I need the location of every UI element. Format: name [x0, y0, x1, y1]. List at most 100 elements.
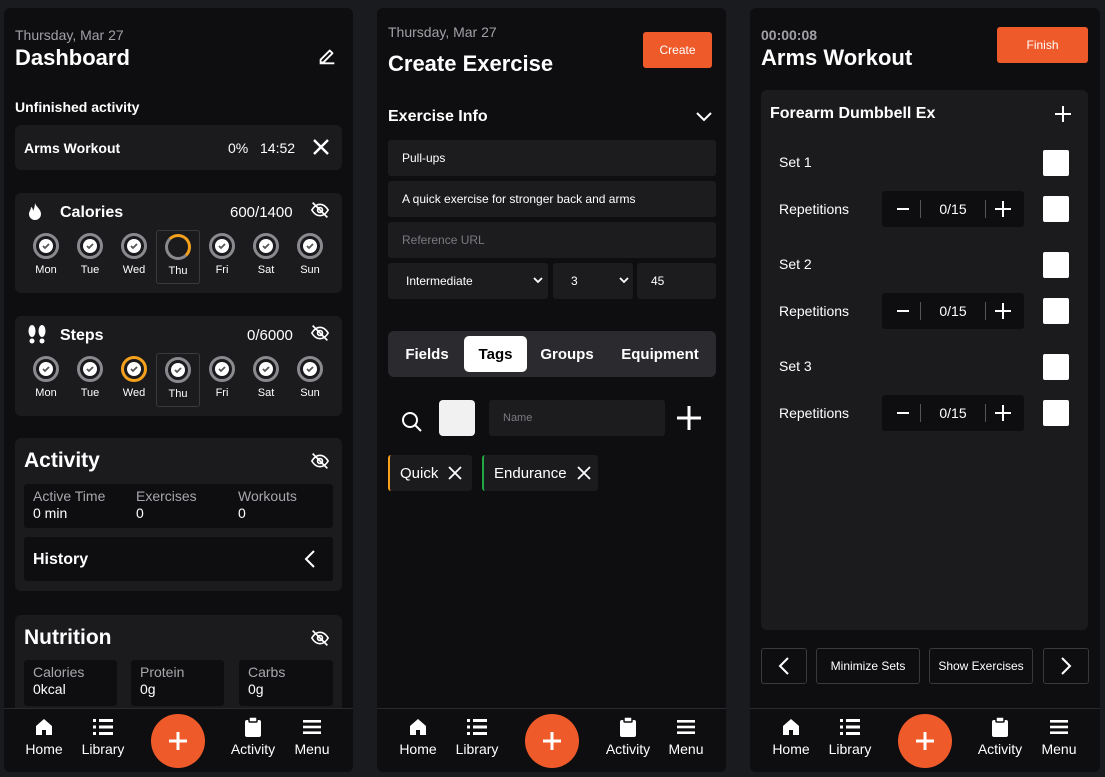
steps-card: Steps 0/6000 Mon Tue Wed Thu Fri Sat Sun: [15, 316, 342, 416]
stat-value: 0: [238, 505, 246, 521]
nav-activity[interactable]: Activity: [598, 717, 658, 757]
reps-checkbox[interactable]: [1043, 298, 1069, 324]
minus-icon[interactable]: [896, 304, 910, 318]
show-exercises-button[interactable]: Show Exercises: [929, 648, 1033, 684]
add-fab-button[interactable]: [151, 714, 205, 768]
nav-library-label: Library: [455, 741, 499, 757]
finish-button[interactable]: Finish: [997, 27, 1088, 63]
difficulty-select[interactable]: Intermediate: [388, 263, 548, 299]
history-row[interactable]: History: [24, 537, 333, 581]
bottom-nav: Home Library Activity Menu: [750, 708, 1100, 772]
unfinished-heading: Unfinished activity: [15, 99, 140, 115]
minimize-sets-button[interactable]: Minimize Sets: [816, 648, 920, 684]
exercise-description-field[interactable]: A quick exercise for stronger back and a…: [388, 181, 716, 217]
tab-tags[interactable]: Tags: [464, 336, 527, 372]
next-exercise-button[interactable]: [1043, 648, 1089, 684]
reps-stepper[interactable]: 0/15: [882, 395, 1024, 431]
day-mon[interactable]: Mon: [24, 353, 68, 407]
tag-color-swatch[interactable]: [439, 400, 475, 436]
section-title: Exercise Info: [388, 108, 488, 125]
day-fri[interactable]: Fri: [200, 230, 244, 284]
set-checkbox[interactable]: [1043, 354, 1069, 380]
nav-menu[interactable]: Menu: [1029, 717, 1089, 757]
day-sun[interactable]: Sun: [288, 230, 332, 284]
create-date: Thursday, Mar 27: [388, 24, 497, 40]
day-wed[interactable]: Wed: [112, 230, 156, 284]
day-thu[interactable]: Thu: [156, 353, 200, 407]
day-fri[interactable]: Fri: [200, 353, 244, 407]
tab-equipment[interactable]: Equipment: [610, 336, 710, 372]
nav-menu-label: Menu: [1041, 741, 1077, 757]
add-set-icon[interactable]: [1054, 105, 1072, 123]
day-mon[interactable]: Mon: [24, 230, 68, 284]
nav-menu[interactable]: Menu: [282, 717, 342, 757]
reps-checkbox[interactable]: [1043, 400, 1069, 426]
nav-home-label: Home: [399, 741, 437, 757]
nav-menu[interactable]: Menu: [656, 717, 716, 757]
nav-library[interactable]: Library: [820, 717, 880, 757]
unfinished-activity-card[interactable]: Arms Workout 0% 14:52: [15, 125, 342, 170]
tag-chip[interactable]: Quick: [388, 455, 472, 491]
eye-off-icon[interactable]: [310, 452, 330, 470]
add-fab-button[interactable]: [898, 714, 952, 768]
remove-tag-icon[interactable]: [576, 466, 591, 480]
reps-value: 0/15: [939, 303, 967, 319]
day-thu[interactable]: Thu: [156, 230, 200, 284]
nutrition-title: Nutrition: [24, 626, 112, 649]
tab-groups[interactable]: Groups: [532, 336, 602, 372]
previous-exercise-button[interactable]: [761, 648, 807, 684]
chevron-down-icon[interactable]: [695, 111, 713, 123]
reps-checkbox[interactable]: [1043, 196, 1069, 222]
minus-icon[interactable]: [896, 202, 910, 216]
steps-label: Steps: [60, 327, 104, 344]
nav-home[interactable]: Home: [388, 717, 448, 757]
exercise-name-field[interactable]: Pull-ups: [388, 140, 716, 176]
minus-icon[interactable]: [896, 406, 910, 420]
tag-name-field[interactable]: Name: [489, 400, 665, 436]
add-tag-icon[interactable]: [676, 405, 702, 431]
add-fab-button[interactable]: [525, 714, 579, 768]
plus-icon[interactable]: [994, 302, 1012, 320]
nav-activity[interactable]: Activity: [970, 717, 1030, 757]
reps-label: Repetitions: [779, 303, 850, 319]
reps-label: Repetitions: [779, 405, 850, 421]
activity-stats: Active Time 0 min Exercises 0 Workouts 0: [24, 484, 333, 528]
nav-activity[interactable]: Activity: [223, 717, 283, 757]
nav-home[interactable]: Home: [761, 717, 821, 757]
tab-fields[interactable]: Fields: [394, 336, 460, 372]
dashboard-screen: Thursday, Mar 27 Dashboard Unfinished ac…: [4, 8, 353, 772]
plus-icon[interactable]: [994, 200, 1012, 218]
bottom-nav: Home Library Activity Menu: [377, 708, 726, 772]
reps-stepper[interactable]: 0/15: [882, 191, 1024, 227]
edit-icon[interactable]: [316, 45, 338, 67]
reps-stepper[interactable]: 0/15: [882, 293, 1024, 329]
duration-field[interactable]: 45: [637, 263, 716, 299]
eye-off-icon[interactable]: [310, 629, 330, 647]
nav-library[interactable]: Library: [73, 717, 133, 757]
sets-select[interactable]: 3: [553, 263, 633, 299]
tag-chip[interactable]: Endurance: [482, 455, 598, 491]
reference-url-field[interactable]: Reference URL: [388, 222, 716, 258]
plus-icon[interactable]: [994, 404, 1012, 422]
nav-home-label: Home: [25, 741, 63, 757]
nav-home[interactable]: Home: [14, 717, 74, 757]
create-title: Create Exercise: [388, 51, 554, 76]
day-sun[interactable]: Sun: [288, 353, 332, 407]
day-wed[interactable]: Wed: [112, 353, 156, 407]
unfinished-activity-name: Arms Workout: [24, 140, 121, 156]
eye-off-icon[interactable]: [310, 324, 330, 342]
stat-value: 0g: [248, 681, 264, 697]
day-tue[interactable]: Tue: [68, 230, 112, 284]
close-icon[interactable]: [312, 138, 330, 156]
stat-label: Protein: [140, 664, 185, 680]
nav-library[interactable]: Library: [447, 717, 507, 757]
day-tue[interactable]: Tue: [68, 353, 112, 407]
day-sat[interactable]: Sat: [244, 353, 288, 407]
day-sat[interactable]: Sat: [244, 230, 288, 284]
set-checkbox[interactable]: [1043, 252, 1069, 278]
create-button[interactable]: Create: [643, 32, 712, 68]
eye-off-icon[interactable]: [310, 201, 330, 219]
set-checkbox[interactable]: [1043, 150, 1069, 176]
search-icon[interactable]: [401, 411, 423, 433]
remove-tag-icon[interactable]: [448, 466, 462, 480]
